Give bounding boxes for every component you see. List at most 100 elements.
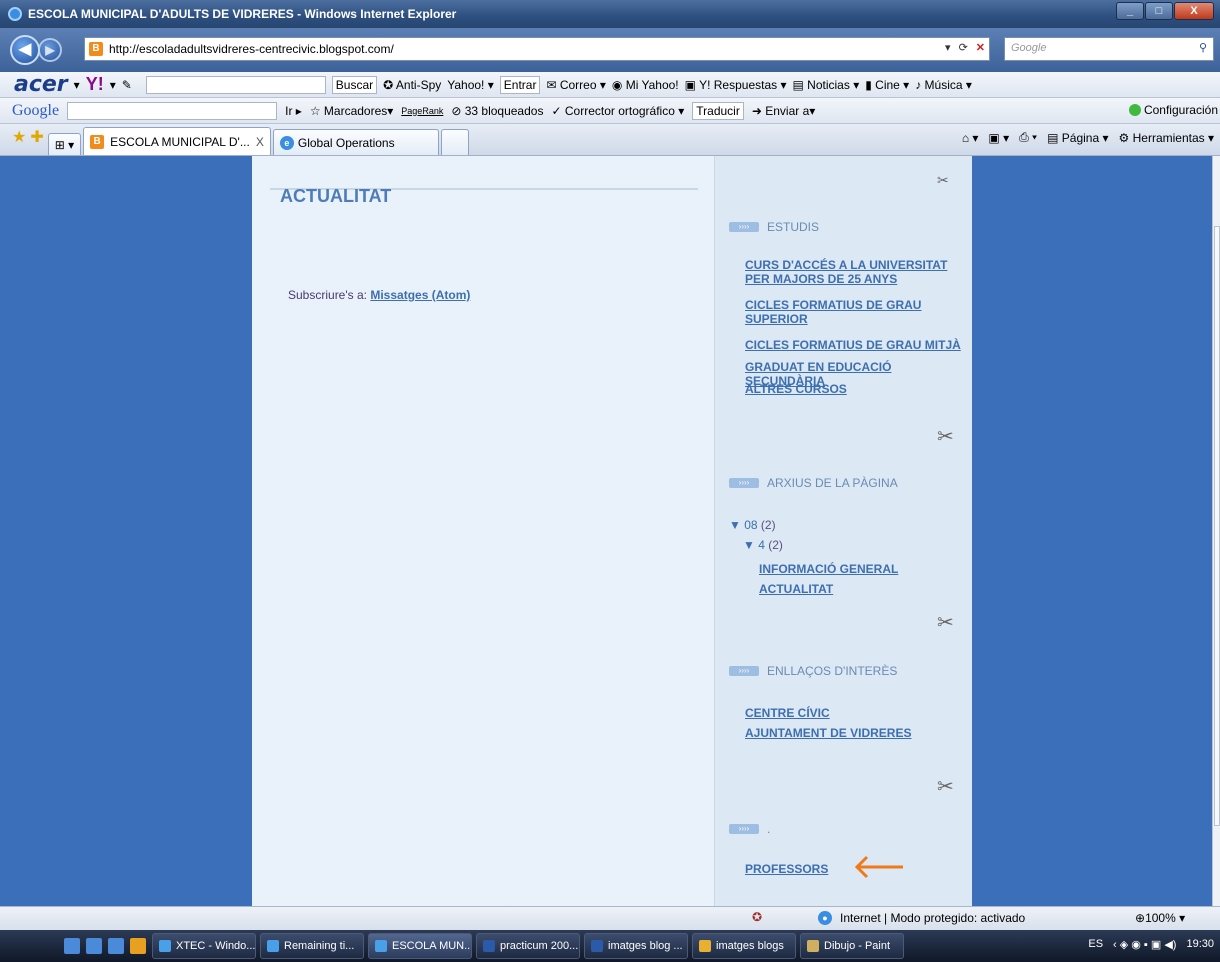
taskbar-item[interactable]: imatges blog ... bbox=[584, 933, 688, 959]
system-tray: ES ‹ ◈ ◉ ▪ ▣ ◀) 19:30 bbox=[1088, 938, 1214, 951]
archive-post-actualitat[interactable]: ACTUALITAT bbox=[759, 582, 979, 596]
add-favorite-icon[interactable]: ✚ bbox=[30, 127, 43, 147]
link-cicles-mitja[interactable]: CICLES FORMATIUS DE GRAU MITJÀ bbox=[745, 338, 965, 352]
yahoo-logo[interactable]: Y! bbox=[86, 74, 104, 95]
respuestas-button[interactable]: ▣ Y! Respuestas ▾ bbox=[685, 78, 787, 92]
archive-month[interactable]: ▼ 4 (2) bbox=[743, 538, 783, 552]
noticias-button[interactable]: ▤ Noticias ▾ bbox=[793, 78, 860, 92]
popup-blocker-button[interactable]: ⊘ 33 bloqueados bbox=[451, 104, 543, 118]
chevron-down-icon[interactable]: ▾ bbox=[110, 78, 116, 92]
google-search-input[interactable] bbox=[67, 101, 278, 120]
acer-logo: acer bbox=[14, 71, 68, 97]
tab-close-icon[interactable]: X bbox=[256, 135, 264, 149]
chevron-down-icon[interactable]: ▾ bbox=[74, 78, 80, 92]
correo-button[interactable]: ✉ Correo ▾ bbox=[546, 78, 605, 92]
herramientas-menu[interactable]: ⚙ Herramientas ▾ bbox=[1119, 131, 1214, 145]
minimize-button[interactable]: _ bbox=[1116, 2, 1144, 20]
folder-icon bbox=[699, 940, 711, 952]
yahoo-search-input[interactable] bbox=[145, 75, 326, 94]
security-zone[interactable]: ● Internet | Modo protegido: activado bbox=[818, 911, 1025, 925]
edit-tools-icon[interactable]: ✂ bbox=[937, 424, 954, 449]
configuracion-button[interactable]: Configuración bbox=[1128, 103, 1218, 117]
window-title: ESCOLA MUNICIPAL D'ADULTS DE VIDRERES - … bbox=[28, 7, 457, 21]
link-ajuntament[interactable]: AJUNTAMENT DE VIDRERES bbox=[745, 726, 965, 740]
pagina-menu[interactable]: ▤ Página ▾ bbox=[1047, 131, 1108, 145]
taskbar: XTEC - Windo... Remaining ti... ESCOLA M… bbox=[0, 930, 1220, 962]
word-icon bbox=[591, 940, 603, 952]
search-placeholder: Google bbox=[1011, 42, 1047, 54]
atom-feed-link[interactable]: Missatges (Atom) bbox=[370, 288, 470, 302]
print-icon[interactable]: ⎙ ▾ bbox=[1019, 130, 1037, 145]
close-button[interactable]: X bbox=[1174, 2, 1214, 20]
marcadores-button[interactable]: ☆ Marcadores▾ bbox=[310, 104, 393, 118]
tab-escola[interactable]: B ESCOLA MUNICIPAL D'... X bbox=[83, 127, 271, 155]
entrar-button[interactable]: Entrar bbox=[499, 75, 541, 94]
taskbar-item[interactable]: XTEC - Windo... bbox=[152, 933, 256, 959]
taskbar-item[interactable]: Dibujo - Paint bbox=[800, 933, 904, 959]
tray-icons[interactable]: ‹ ◈ ◉ ▪ ▣ ◀) bbox=[1113, 938, 1176, 951]
media-player-icon[interactable] bbox=[130, 938, 146, 954]
antispy-button[interactable]: ✪ Anti-Spy bbox=[383, 78, 441, 92]
link-curs-acces[interactable]: CURS D'ACCÉS A LA UNIVERSITAT PER MAJORS… bbox=[745, 258, 965, 286]
archive-year[interactable]: ▼ 08 (2) bbox=[729, 518, 776, 532]
corrector-button[interactable]: ✓ Corrector ortográfico ▾ bbox=[551, 104, 684, 118]
link-altres[interactable]: ALTRES CURSOS bbox=[745, 382, 965, 396]
address-bar-row: ◀ ▶ B http://escoladadultsvidreres-centr… bbox=[0, 28, 1220, 72]
show-desktop-icon[interactable] bbox=[64, 938, 80, 954]
feeds-icon[interactable]: ▣ ▾ bbox=[988, 131, 1009, 145]
quick-tabs-button[interactable]: ⊞ ▾ bbox=[47, 133, 82, 155]
tab-global-operations[interactable]: e Global Operations bbox=[272, 129, 439, 155]
edit-tools-icon[interactable]: ✂ bbox=[937, 774, 954, 799]
widget-title-enllacos: ›››› ENLLAÇOS D'INTERÈS bbox=[729, 664, 897, 678]
traducir-button[interactable]: Traducir bbox=[692, 101, 744, 120]
yahoo-toolbar: acer ▾ Y! ▾ ✎ Buscar ✪ Anti-Spy Yahoo! ▾… bbox=[0, 72, 1220, 98]
subscribe-label: Subscriure's a: bbox=[288, 288, 367, 302]
sidebar: ✂ ›››› ESTUDIS CURS D'ACCÉS A LA UNIVERS… bbox=[714, 156, 972, 906]
address-field[interactable]: B http://escoladadultsvidreres-centreciv… bbox=[84, 37, 990, 61]
address-actions: ▾ ⟳ ✕ bbox=[945, 41, 985, 54]
pagerank-indicator[interactable]: PageRank bbox=[401, 106, 443, 116]
favorites-star-icon[interactable]: ★ bbox=[12, 127, 26, 147]
search-icon[interactable]: ⚲ bbox=[1199, 41, 1207, 54]
ie-icon bbox=[159, 940, 171, 952]
link-centre-civic[interactable]: CENTRE CÍVIC bbox=[745, 706, 965, 720]
musica-button[interactable]: ♪ Música ▾ bbox=[915, 78, 972, 92]
buscar-button[interactable]: Buscar bbox=[331, 75, 378, 94]
pencil-icon[interactable]: ✎ bbox=[122, 78, 132, 92]
maximize-button[interactable]: □ bbox=[1145, 2, 1173, 20]
forward-button[interactable]: ▶ bbox=[38, 38, 62, 62]
back-button[interactable]: ◀ bbox=[10, 35, 40, 65]
tab-bar: ★ ✚ ⊞ ▾ B ESCOLA MUNICIPAL D'... X e Glo… bbox=[0, 124, 1220, 156]
home-icon[interactable]: ⌂ ▾ bbox=[962, 131, 979, 145]
security-icon: ✪ bbox=[752, 910, 763, 924]
taskbar-item[interactable]: practicum 200... bbox=[476, 933, 580, 959]
yahoo-mail-button[interactable]: Yahoo! ▾ bbox=[447, 78, 494, 92]
ie-icon: e bbox=[279, 135, 294, 150]
link-cicles-superior[interactable]: CICLES FORMATIUS DE GRAU SUPERIOR bbox=[745, 298, 965, 326]
scrollbar-thumb[interactable] bbox=[1214, 226, 1220, 826]
language-indicator[interactable]: ES bbox=[1088, 938, 1103, 951]
taskbar-item[interactable]: imatges blogs bbox=[692, 933, 796, 959]
search-input[interactable]: Google ⚲ bbox=[1004, 37, 1214, 61]
refresh-icon[interactable]: ⟳ bbox=[959, 41, 968, 54]
edit-tools-icon[interactable]: ✂ bbox=[937, 172, 949, 189]
new-tab-button[interactable] bbox=[440, 129, 469, 155]
taskbar-item[interactable]: ESCOLA MUN... bbox=[368, 933, 472, 959]
enviar-button[interactable]: ➜ Enviar a▾ bbox=[752, 104, 815, 118]
edit-tools-icon[interactable]: ✂ bbox=[937, 610, 954, 635]
zoom-control[interactable]: ⊕100% ▾ bbox=[1135, 911, 1185, 925]
blogger-icon: B bbox=[90, 134, 105, 149]
clock[interactable]: 19:30 bbox=[1186, 938, 1214, 951]
ir-button[interactable]: Ir ▸ bbox=[285, 104, 302, 118]
vertical-scrollbar[interactable] bbox=[1212, 156, 1220, 906]
taskbar-item[interactable]: Remaining ti... bbox=[260, 933, 364, 959]
dropdown-icon[interactable]: ▾ bbox=[945, 41, 951, 54]
page-title: ACTUALITAT bbox=[280, 186, 392, 206]
switch-windows-icon[interactable] bbox=[86, 938, 102, 954]
cine-button[interactable]: ▮ Cine ▾ bbox=[865, 78, 909, 92]
archive-post-informacio[interactable]: INFORMACIÓ GENERAL bbox=[759, 562, 979, 576]
stop-icon[interactable]: ✕ bbox=[976, 41, 985, 54]
mi-yahoo-button[interactable]: ◉ Mi Yahoo! bbox=[612, 78, 679, 92]
ie-quicklaunch-icon[interactable] bbox=[108, 938, 124, 954]
paint-icon bbox=[807, 940, 819, 952]
